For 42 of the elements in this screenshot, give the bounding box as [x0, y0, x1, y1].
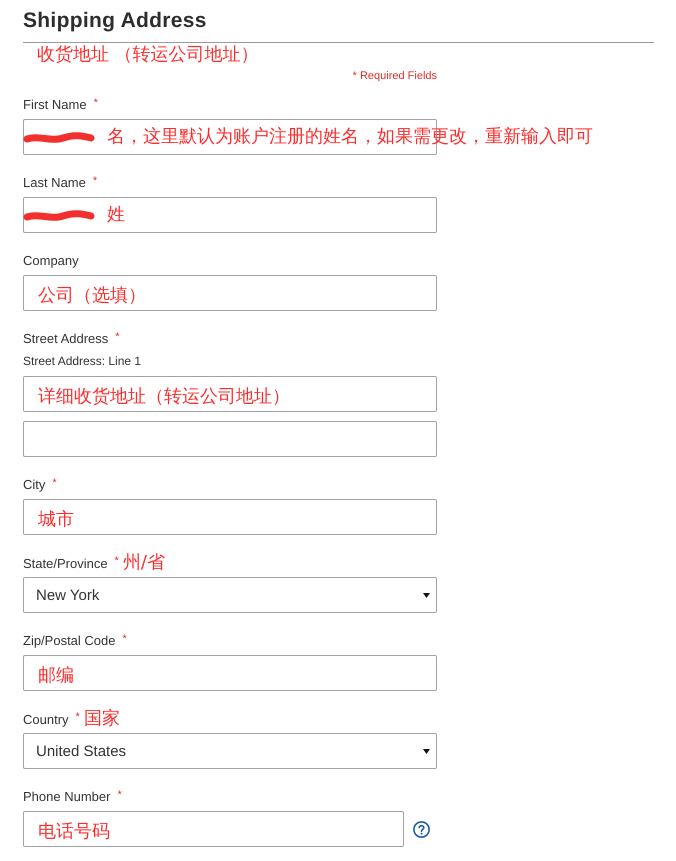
required-mark: * [76, 711, 80, 723]
annotation-note: 邮编 [38, 664, 74, 686]
annotation-note: 公司（选填） [38, 284, 146, 306]
text-input[interactable] [23, 421, 437, 457]
required-mark: * [122, 633, 127, 645]
required-mark: * [114, 555, 119, 567]
caret-icon [423, 748, 430, 754]
annotation-note: 电话号码 [38, 820, 110, 842]
required-mark: * [117, 789, 122, 801]
field-label: City [23, 477, 46, 492]
field-label: Country [23, 712, 69, 727]
text-input[interactable] [23, 376, 437, 412]
annotation-note: 姓 [107, 204, 125, 226]
field-label: State/Province [23, 556, 108, 571]
required-mark: * [94, 97, 98, 109]
text-input[interactable] [23, 275, 437, 311]
field-label: Street Address [23, 331, 108, 346]
required-mark: * [92, 175, 98, 187]
field-label: Last Name [23, 175, 86, 190]
annotation-note: 详细收货地址（转运公司地址） [38, 386, 290, 408]
field-label: Zip/Postal Code [23, 633, 116, 648]
field-label: First Name [23, 97, 87, 112]
annotation-note: 名，这里默认为账户注册的姓名，如果需更改，重新输入即可 [107, 126, 593, 148]
required-mark: * [52, 477, 57, 489]
text-input[interactable] [23, 655, 437, 691]
caret-icon [423, 592, 430, 598]
required-fields-note: * Required Fields [352, 70, 437, 82]
field-sublabel: Street Address: Line 1 [23, 354, 142, 368]
annotation-note: 国家 [84, 708, 120, 729]
text-input[interactable] [23, 811, 404, 847]
field-label: Phone Number [23, 789, 110, 804]
text-input[interactable] [23, 197, 437, 233]
dropdown[interactable]: United States [23, 733, 437, 769]
section-title: Shipping Address [23, 8, 207, 34]
help-icon[interactable] [413, 820, 430, 838]
field-label: Company [23, 253, 79, 268]
required-mark: * [115, 331, 120, 343]
dropdown[interactable]: New York [23, 577, 437, 613]
annotation-note: 收货地址 （转运公司地址） [37, 43, 259, 67]
text-input[interactable] [23, 499, 437, 535]
annotation-note: 城市 [38, 508, 74, 530]
annotation-note: 州/省 [122, 552, 165, 573]
